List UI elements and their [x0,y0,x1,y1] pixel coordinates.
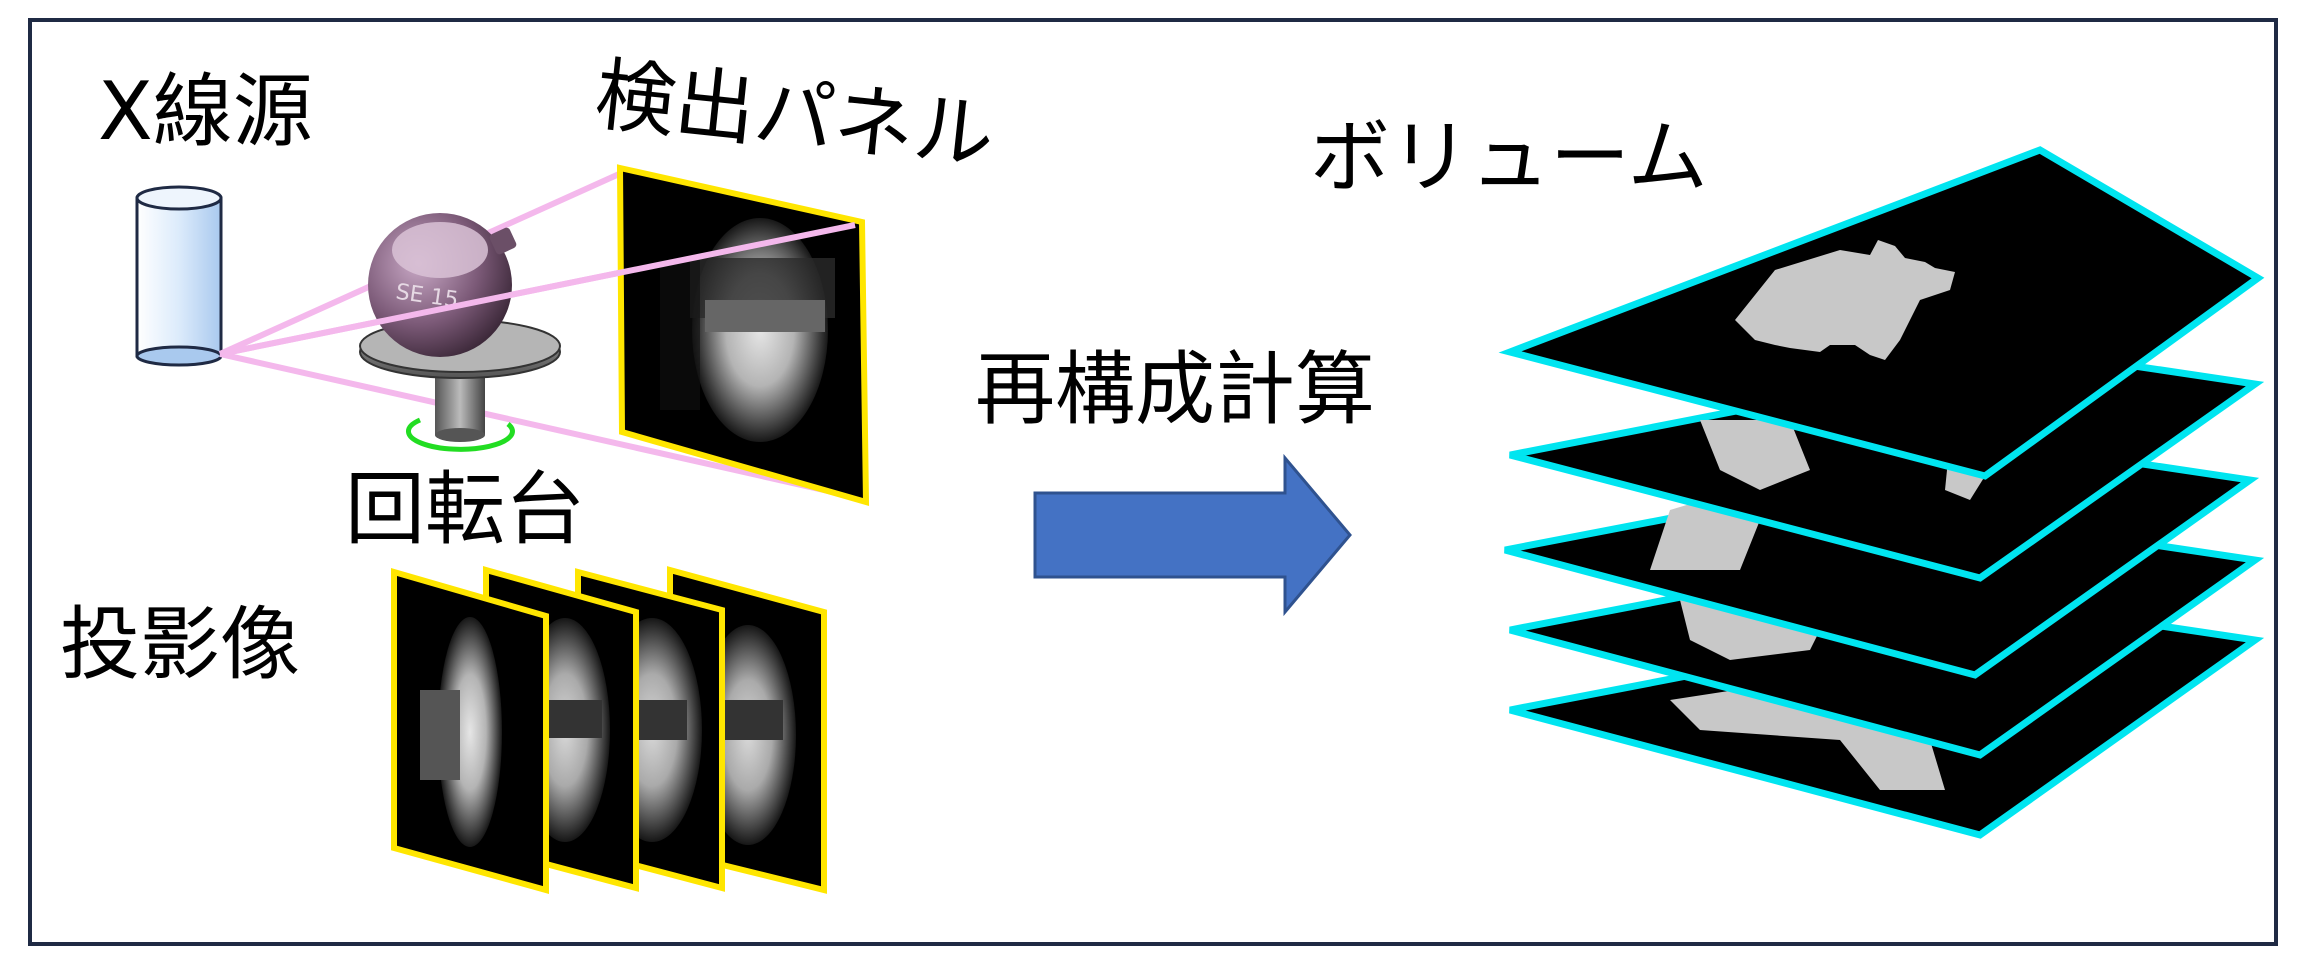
projection-stack [391,566,827,894]
right-arrow-icon [1033,453,1352,617]
turntable-label: 回転台 [345,463,585,556]
volume-stack [1498,146,2265,839]
reconstruction-label: 再構成計算 [975,343,1375,436]
xray-source-label: X線源 [98,65,313,158]
projection-image [391,568,549,894]
volume-label: ボリューム [1310,111,1708,204]
xray-source-cylinder-icon [135,185,223,367]
projections-label: 投影像 [60,598,300,691]
